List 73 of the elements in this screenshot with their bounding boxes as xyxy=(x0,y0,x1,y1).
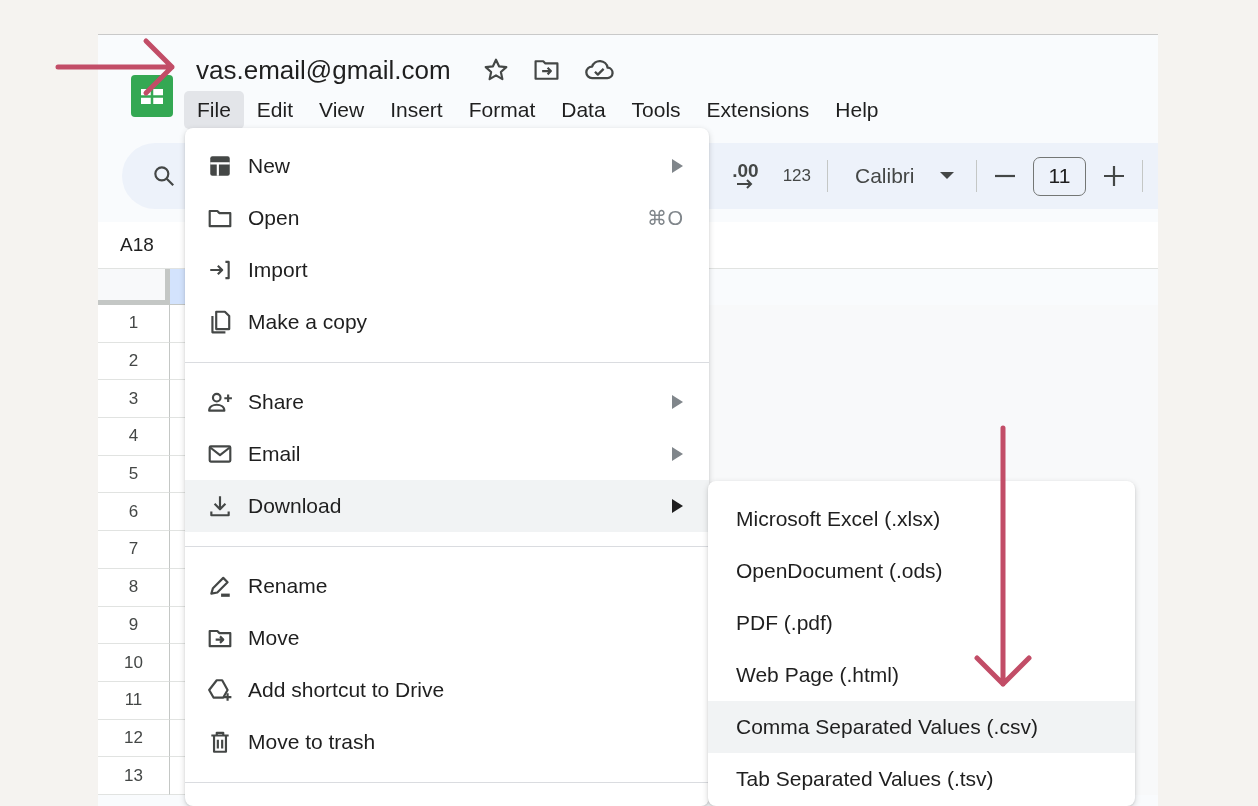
table-cell[interactable] xyxy=(170,681,185,720)
row-number[interactable]: 2 xyxy=(98,342,170,381)
row-number[interactable]: 10 xyxy=(98,644,170,682)
menu-item[interactable]: View xyxy=(306,91,378,129)
arrow-icon xyxy=(736,179,755,189)
menu-item[interactable]: Format xyxy=(455,91,549,129)
menu-item[interactable]: Help xyxy=(822,91,892,129)
drive-plus-icon xyxy=(207,677,233,703)
menu-item[interactable]: Import xyxy=(185,244,709,296)
menu-item[interactable]: Open ⌘O xyxy=(185,192,709,244)
table-cell[interactable] xyxy=(170,531,185,569)
table-cell[interactable] xyxy=(170,493,185,532)
name-box[interactable]: A18 xyxy=(120,234,154,256)
row-number[interactable]: 3 xyxy=(98,380,170,419)
menu-item[interactable]: Tools xyxy=(618,91,694,129)
menu-item[interactable]: Rename xyxy=(185,560,709,612)
table-cell[interactable] xyxy=(170,644,185,682)
document-title[interactable]: vas.email@gmail.com xyxy=(196,54,451,86)
row-number[interactable]: 9 xyxy=(98,606,170,645)
table-cell[interactable] xyxy=(170,342,185,381)
column-header[interactable] xyxy=(170,269,185,305)
table-cell[interactable] xyxy=(170,568,185,607)
minus-icon[interactable] xyxy=(995,174,1015,178)
row-number[interactable]: 4 xyxy=(98,418,170,456)
sheets-logo-icon xyxy=(131,75,173,117)
menu-item[interactable]: Extensions xyxy=(693,91,823,129)
menu-item[interactable]: Microsoft Excel (.xlsx) xyxy=(708,493,1135,545)
row-number[interactable]: 8 xyxy=(98,568,170,607)
menu-item[interactable]: Tab Separated Values (.tsv) xyxy=(708,753,1135,805)
table-cell[interactable] xyxy=(170,305,185,343)
row-number[interactable]: 12 xyxy=(98,719,170,758)
menu-item[interactable]: Web Page (.html) xyxy=(708,649,1135,701)
row-number[interactable]: 1 xyxy=(98,305,170,343)
menu-item[interactable]: OpenDocument (.ods) xyxy=(708,545,1135,597)
menu-item[interactable]: Share xyxy=(185,376,709,428)
table-plus-icon xyxy=(207,153,233,179)
menu-item[interactable]: Add shortcut to Drive xyxy=(185,664,709,716)
menu-item[interactable]: Download xyxy=(185,480,709,532)
menu-item[interactable]: Data xyxy=(548,91,619,129)
row-number[interactable]: 13 xyxy=(98,757,170,795)
row-number[interactable]: 6 xyxy=(98,493,170,532)
menu-item[interactable]: Edit xyxy=(243,91,307,129)
increase-decimal-button[interactable]: .00 xyxy=(732,163,759,189)
number-format-button[interactable]: 123 xyxy=(782,166,811,186)
row-number[interactable]: 5 xyxy=(98,455,170,494)
table-cell[interactable] xyxy=(170,719,185,758)
search-icon[interactable] xyxy=(151,163,177,189)
row-number[interactable]: 7 xyxy=(98,531,170,569)
download-icon xyxy=(207,493,233,519)
shortcut-label: ⌘O xyxy=(647,206,683,230)
menu-item[interactable]: PDF (.pdf) xyxy=(708,597,1135,649)
caret-icon xyxy=(940,172,954,180)
menu-item[interactable]: Insert xyxy=(377,91,456,129)
table-cell[interactable] xyxy=(170,757,185,795)
menu-item[interactable]: Comma Separated Values (.csv) xyxy=(708,701,1135,753)
table-cell[interactable] xyxy=(170,418,185,456)
menu-item[interactable]: Move xyxy=(185,612,709,664)
table-cell[interactable] xyxy=(170,380,185,419)
cloud-check-icon[interactable] xyxy=(583,58,614,82)
table-cell[interactable] xyxy=(170,606,185,645)
select-all-corner[interactable] xyxy=(98,269,170,305)
menu-item[interactable]: Move to trash xyxy=(185,716,709,768)
menu-item[interactable]: Make a copy xyxy=(185,296,709,348)
menu-item[interactable]: New xyxy=(185,140,709,192)
table-cell[interactable] xyxy=(170,455,185,494)
menu-item[interactable]: File xyxy=(184,91,244,129)
menu-item[interactable]: Email xyxy=(185,428,709,480)
folder-arrow-icon[interactable] xyxy=(532,58,560,82)
font-size-field[interactable]: 11 xyxy=(1033,156,1086,196)
star-icon[interactable] xyxy=(482,57,509,83)
plus-icon[interactable] xyxy=(1104,166,1124,186)
row-number[interactable]: 11 xyxy=(98,681,170,720)
font-select[interactable]: Calibri xyxy=(828,164,976,188)
